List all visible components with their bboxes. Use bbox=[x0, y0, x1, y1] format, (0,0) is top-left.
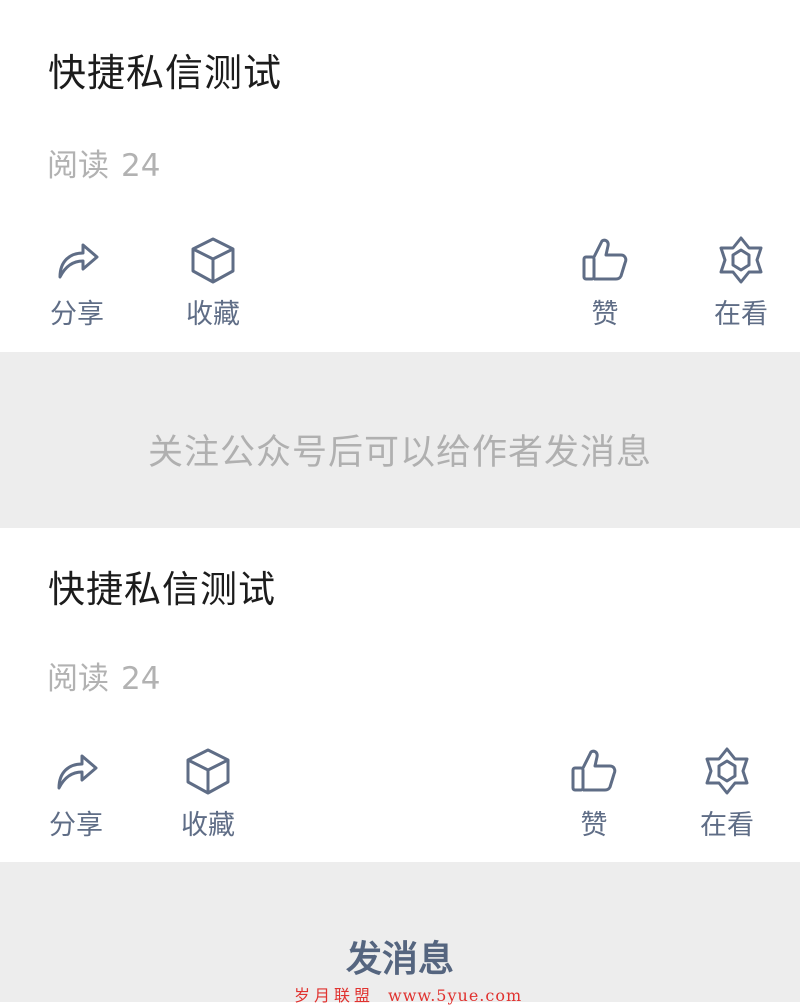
thumbs-up-icon bbox=[582, 238, 628, 281]
cube-icon bbox=[191, 237, 235, 284]
like-label: 赞 bbox=[580, 810, 608, 841]
cube-icon bbox=[186, 748, 230, 795]
read-count-value: 24 bbox=[121, 148, 161, 184]
article-panel-bottom: 快捷私信测试 阅读 24 分享 收藏 赞 在看 bbox=[0, 528, 800, 862]
watermark: 岁月联盟 www.5yue.com bbox=[294, 982, 522, 1006]
share-label: 分享 bbox=[49, 810, 103, 841]
favorite-button[interactable]: 收藏 bbox=[153, 744, 263, 842]
article-title: 快捷私信测试 bbox=[48, 568, 276, 611]
article-panel-top: 快捷私信测试 阅读 24 分享 收藏 赞 在看 bbox=[0, 0, 800, 352]
like-button[interactable]: 赞 bbox=[550, 233, 660, 331]
watermark-site: 岁月联盟 bbox=[294, 986, 375, 1005]
wow-button[interactable]: 在看 bbox=[672, 744, 782, 842]
wow-label: 在看 bbox=[700, 810, 754, 841]
article-title: 快捷私信测试 bbox=[48, 51, 283, 95]
read-count: 阅读 24 bbox=[47, 653, 160, 698]
share-button[interactable]: 分享 bbox=[21, 744, 131, 842]
star-flower-icon bbox=[719, 236, 763, 284]
read-count-label: 阅读 bbox=[47, 148, 109, 184]
watermark-url: www.5yue.com bbox=[388, 986, 523, 1005]
favorite-label: 收藏 bbox=[186, 299, 240, 330]
favorite-button[interactable]: 收藏 bbox=[158, 233, 268, 331]
share-button[interactable]: 分享 bbox=[22, 233, 132, 331]
read-count: 阅读 24 bbox=[47, 140, 160, 185]
share-icon bbox=[57, 754, 98, 790]
share-icon bbox=[58, 243, 99, 279]
wow-label: 在看 bbox=[714, 299, 768, 330]
read-count-label: 阅读 bbox=[47, 661, 109, 697]
thumbs-up-icon bbox=[571, 749, 617, 792]
follow-notice-text: 关注公众号后可以给作者发消息 bbox=[147, 433, 652, 473]
like-label: 赞 bbox=[591, 299, 619, 330]
star-flower-icon bbox=[705, 747, 749, 795]
wow-button[interactable]: 在看 bbox=[686, 233, 796, 331]
send-message-button[interactable]: 发消息 bbox=[300, 930, 500, 982]
like-button[interactable]: 赞 bbox=[539, 744, 649, 842]
share-label: 分享 bbox=[50, 299, 104, 330]
read-count-value: 24 bbox=[121, 661, 161, 697]
favorite-label: 收藏 bbox=[181, 810, 235, 841]
